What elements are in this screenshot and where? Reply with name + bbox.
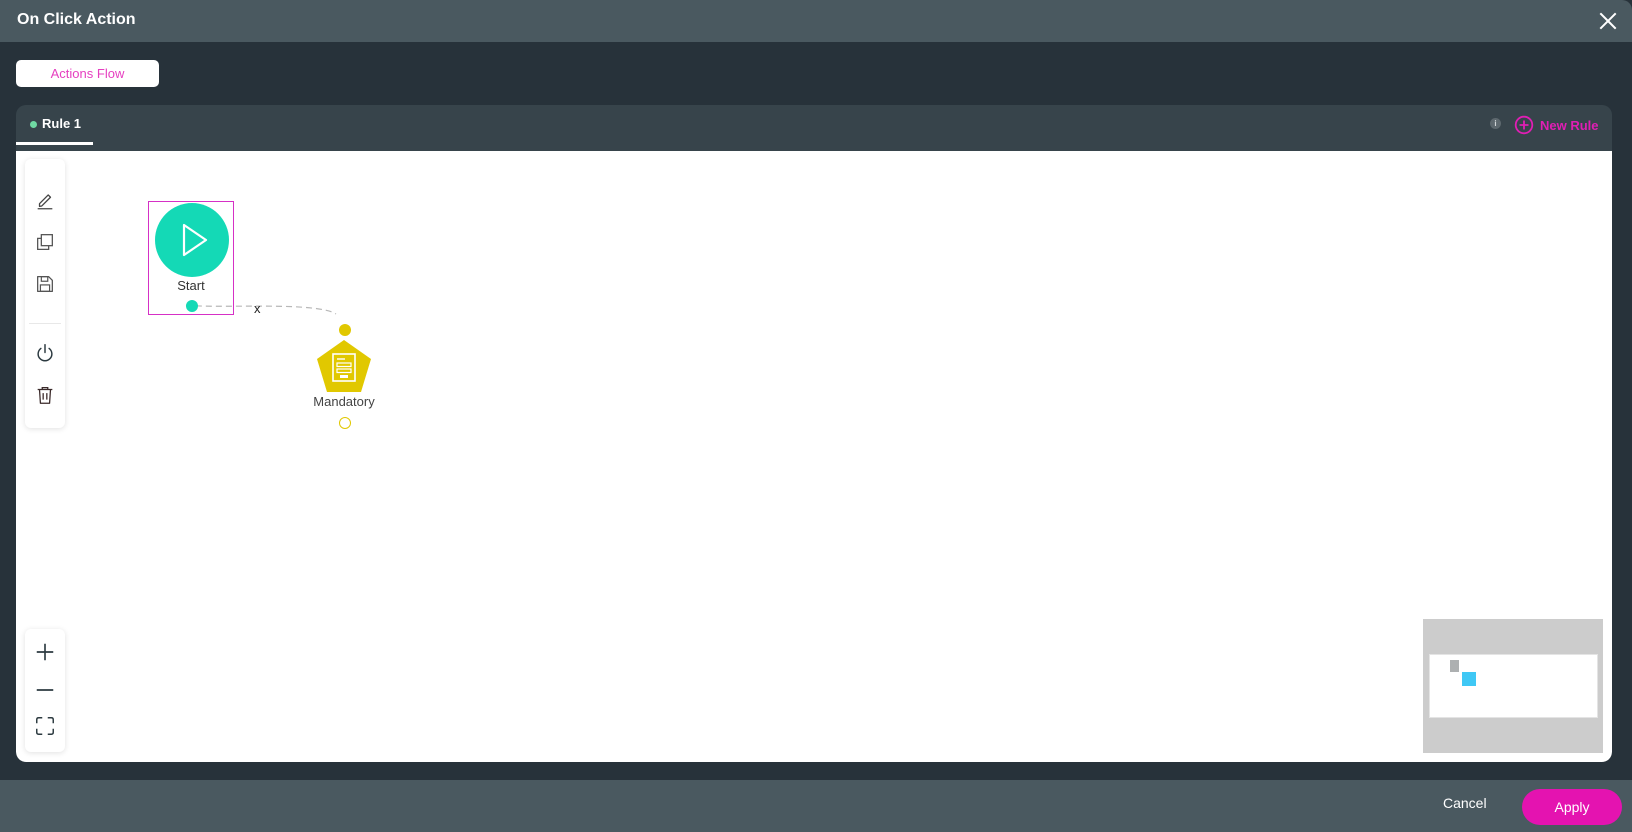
power-icon	[37, 344, 53, 362]
edge-delete-button[interactable]: x	[254, 301, 261, 316]
fit-screen-icon	[36, 717, 54, 735]
flow-canvas[interactable]: Start x Mandatory	[16, 151, 1612, 762]
actions-flow-tab[interactable]: Actions Flow	[16, 60, 159, 87]
flow-node-start[interactable]: Start	[148, 201, 234, 315]
duplicate-button[interactable]	[33, 230, 57, 254]
delete-button[interactable]	[33, 383, 57, 407]
start-node-circle	[155, 203, 229, 277]
info-icon[interactable]: i	[1490, 118, 1501, 129]
copy-icon	[37, 234, 53, 250]
flow-node-mandatory[interactable]: Mandatory	[298, 321, 390, 431]
save-button[interactable]	[33, 272, 57, 296]
rule-panel: Rule 1 i New Rule Start x Mandatory	[16, 105, 1612, 762]
tab-rule-1[interactable]: Rule 1	[16, 105, 93, 145]
apply-button[interactable]: Apply	[1522, 789, 1622, 825]
zoom-out-button[interactable]	[33, 678, 57, 702]
active-tab-underline	[16, 142, 93, 145]
zoom-toolbar	[25, 629, 65, 752]
minimap[interactable]	[1423, 619, 1603, 753]
new-rule-label: New Rule	[1540, 117, 1599, 133]
rule-tab-label: Rule 1	[42, 116, 82, 131]
mandatory-node-label: Mandatory	[313, 394, 375, 409]
minimap-node-mandatory	[1462, 672, 1476, 686]
start-output-port[interactable]	[186, 300, 198, 312]
cancel-button[interactable]: Cancel	[1443, 795, 1487, 811]
save-icon	[37, 276, 53, 292]
modal-header: On Click Action	[0, 0, 1632, 42]
new-rule-button[interactable]: New Rule	[1514, 113, 1599, 137]
close-icon	[1599, 12, 1617, 30]
modal-footer: Cancel Apply	[0, 780, 1632, 832]
edit-button[interactable]	[33, 188, 57, 212]
trash-icon	[37, 387, 53, 404]
start-node-label: Start	[177, 278, 205, 293]
minimap-node-start	[1450, 660, 1459, 672]
mandatory-node-shape	[317, 340, 371, 392]
minus-icon	[36, 689, 54, 691]
mandatory-input-port[interactable]	[339, 324, 351, 336]
plus-circle-icon	[1514, 115, 1534, 135]
power-button[interactable]	[33, 341, 57, 365]
edit-toolbar	[25, 159, 65, 428]
plus-icon	[36, 643, 54, 661]
toolbar-divider	[29, 323, 61, 324]
minimap-viewport[interactable]	[1429, 654, 1598, 718]
fit-screen-button[interactable]	[33, 714, 57, 738]
rule-status-dot	[30, 121, 37, 128]
mandatory-output-port[interactable]	[339, 417, 351, 429]
play-icon	[182, 223, 208, 257]
modal-title: On Click Action	[17, 11, 136, 28]
zoom-in-button[interactable]	[33, 640, 57, 664]
close-button[interactable]	[1596, 9, 1620, 33]
pencil-icon	[37, 194, 53, 210]
